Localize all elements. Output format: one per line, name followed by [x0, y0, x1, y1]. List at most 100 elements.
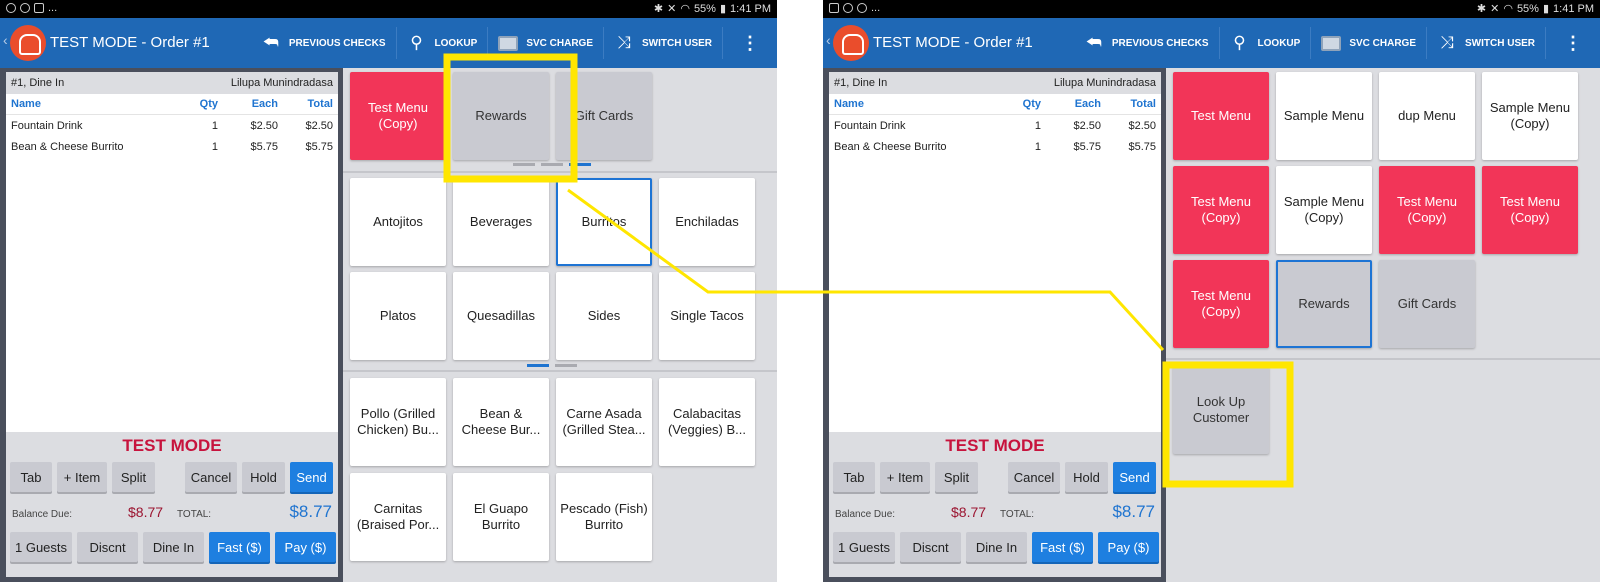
item-tile[interactable]: Pollo (Grilled Chicken) Bu... — [350, 378, 446, 466]
menu-group-tile[interactable]: dup Menu — [1379, 72, 1475, 160]
item-tile[interactable]: Calabacitas (Veggies) B... — [659, 378, 755, 466]
app-bar: ‹ TEST MODE - Order #1 ⮪ PREVIOUS CHECKS … — [823, 18, 1600, 68]
cancel-button[interactable]: Cancel — [185, 462, 237, 492]
divider — [343, 171, 777, 173]
table-row[interactable]: Bean & Cheese Burrito 1 $5.75 $5.75 — [829, 136, 1161, 157]
menu-group-tile-rewards[interactable]: Rewards — [453, 72, 549, 160]
menu-group-tile-gift-cards[interactable]: Gift Cards — [1379, 260, 1475, 348]
table-header: Name Qty Each Total — [829, 94, 1161, 115]
category-tile[interactable]: Antojitos — [350, 178, 446, 266]
overflow-menu-button[interactable]: ⋮ — [723, 27, 777, 59]
menu-group-tile[interactable]: Test Menu (Copy) — [1173, 166, 1269, 254]
col-qty: Qty — [1022, 98, 1041, 110]
menu-group-tile-rewards-selected[interactable]: Rewards — [1276, 260, 1372, 348]
menu-group-tile[interactable]: Test Menu (Copy) — [350, 72, 446, 160]
switch-user-label: SWITCH USER — [642, 37, 712, 49]
category-tile[interactable]: Sides — [556, 272, 652, 360]
bluetooth-icon: ✱ — [1476, 3, 1487, 15]
hold-button[interactable]: Hold — [1065, 462, 1108, 492]
battery-level: 55% — [693, 2, 716, 15]
category-tile[interactable]: Platos — [350, 272, 446, 360]
category-tile[interactable]: Enchiladas — [659, 178, 755, 266]
fast-pay-button[interactable]: Fast ($) — [1032, 532, 1093, 562]
previous-checks-icon: ⮪ — [1085, 33, 1102, 52]
page-title: TEST MODE - Order #1 — [50, 34, 210, 51]
alarm-icon — [6, 3, 16, 13]
split-button[interactable]: Split — [935, 462, 978, 492]
more-vert-icon: ⋮ — [741, 33, 759, 53]
lookup-button[interactable]: ⚲ LOOKUP — [1220, 27, 1312, 59]
menu-group-tile[interactable]: Sample Menu (Copy) — [1482, 72, 1578, 160]
divider — [343, 370, 777, 372]
item-tile[interactable]: Pescado (Fish) Burrito — [556, 473, 652, 561]
item-tile[interactable]: El Guapo Burrito — [453, 473, 549, 561]
look-up-customer-tile[interactable]: Look Up Customer — [1173, 366, 1269, 454]
table-row[interactable]: Bean & Cheese Burrito 1 $5.75 $5.75 — [6, 136, 338, 157]
svc-charge-label: SVC CHARGE — [1349, 37, 1416, 49]
item-each: $2.50 — [1073, 119, 1101, 132]
send-button[interactable]: Send — [1113, 462, 1156, 492]
battery-icon: ▮ — [1542, 3, 1550, 15]
back-chevron-icon[interactable]: ‹ — [826, 32, 831, 48]
category-tile[interactable]: Single Tacos — [659, 272, 755, 360]
table-row[interactable]: Fountain Drink 1 $2.50 $2.50 — [829, 115, 1161, 136]
back-chevron-icon[interactable]: ‹ — [3, 32, 8, 48]
previous-checks-button[interactable]: ⮪ PREVIOUS CHECKS — [1074, 27, 1220, 59]
add-item-button[interactable]: + Item — [57, 462, 107, 492]
item-total: $2.50 — [1128, 119, 1156, 132]
col-total: Total — [1130, 98, 1156, 110]
menu-area: Test Menu Sample Menu dup Menu Sample Me… — [1166, 68, 1600, 582]
menu-group-tile[interactable]: Test Menu — [1173, 72, 1269, 160]
tab-button[interactable]: Tab — [833, 462, 875, 492]
guests-button[interactable]: 1 Guests — [10, 532, 72, 562]
toast-logo-icon[interactable] — [10, 25, 46, 61]
tab-button[interactable]: Tab — [10, 462, 52, 492]
item-tile[interactable]: Bean & Cheese Bur... — [453, 378, 549, 466]
menu-group-tile[interactable]: Sample Menu — [1276, 72, 1372, 160]
category-tile-selected[interactable]: Burritos — [556, 178, 652, 266]
switch-user-button[interactable]: ⤨ SWITCH USER — [1427, 27, 1546, 59]
item-tile[interactable]: Carne Asada (Grilled Stea... — [556, 378, 652, 466]
pay-button[interactable]: Pay ($) — [1098, 532, 1159, 562]
svc-charge-button[interactable]: SVC CHARGE — [1311, 27, 1427, 59]
screenshot-before: ... ✱ ✕ ◠ 55% ▮ 1:41 PM ‹ TEST MODE - Or… — [0, 0, 777, 582]
order-items-table: Name Qty Each Total Fountain Drink 1 $2.… — [829, 94, 1161, 432]
svc-charge-button[interactable]: SVC CHARGE — [488, 27, 604, 59]
cancel-button[interactable]: Cancel — [1008, 462, 1060, 492]
send-button[interactable]: Send — [290, 462, 333, 492]
menu-group-tile[interactable]: Sample Menu (Copy) — [1276, 166, 1372, 254]
category-tile[interactable]: Quesadillas — [453, 272, 549, 360]
menu-group-tile-gift-cards[interactable]: Gift Cards — [556, 72, 652, 160]
category-tile[interactable]: Beverages — [453, 178, 549, 266]
add-item-button[interactable]: + Item — [880, 462, 930, 492]
previous-checks-button[interactable]: ⮪ PREVIOUS CHECKS — [251, 27, 397, 59]
overflow-menu-button[interactable]: ⋮ — [1546, 27, 1600, 59]
dine-in-button[interactable]: Dine In — [966, 532, 1027, 562]
fast-pay-button[interactable]: Fast ($) — [209, 532, 270, 562]
dine-in-button[interactable]: Dine In — [143, 532, 204, 562]
menu-group-tile[interactable]: Test Menu (Copy) — [1379, 166, 1475, 254]
test-mode-label: TEST MODE — [945, 436, 1045, 455]
table-row[interactable]: Fountain Drink 1 $2.50 $2.50 — [6, 115, 338, 136]
order-header: #1, Dine In Lilupa Munindradasa — [6, 72, 338, 94]
discount-button[interactable]: Discnt — [77, 532, 138, 562]
item-each: $5.75 — [1073, 140, 1101, 153]
discount-button[interactable]: Discnt — [900, 532, 961, 562]
switch-user-button[interactable]: ⤨ SWITCH USER — [604, 27, 723, 59]
category-pager[interactable] — [527, 364, 577, 367]
item-total: $5.75 — [305, 140, 333, 153]
menu-group-tile[interactable]: Test Menu (Copy) — [1482, 166, 1578, 254]
menu-group-pager[interactable] — [513, 163, 591, 166]
split-button[interactable]: Split — [112, 462, 155, 492]
hold-button[interactable]: Hold — [242, 462, 285, 492]
menu-group-tile[interactable]: Test Menu (Copy) — [1173, 260, 1269, 348]
toast-logo-icon[interactable] — [833, 25, 869, 61]
order-panel: #1, Dine In Lilupa Munindradasa Name Qty… — [6, 72, 338, 577]
search-icon: ⚲ — [410, 33, 423, 52]
guests-button[interactable]: 1 Guests — [833, 532, 895, 562]
total-label: TOTAL: — [1000, 509, 1035, 520]
item-tile[interactable]: Carnitas (Braised Por... — [350, 473, 446, 561]
lookup-button[interactable]: ⚲ LOOKUP — [397, 27, 489, 59]
clock: 1:41 PM — [1553, 2, 1594, 15]
pay-button[interactable]: Pay ($) — [275, 532, 336, 562]
